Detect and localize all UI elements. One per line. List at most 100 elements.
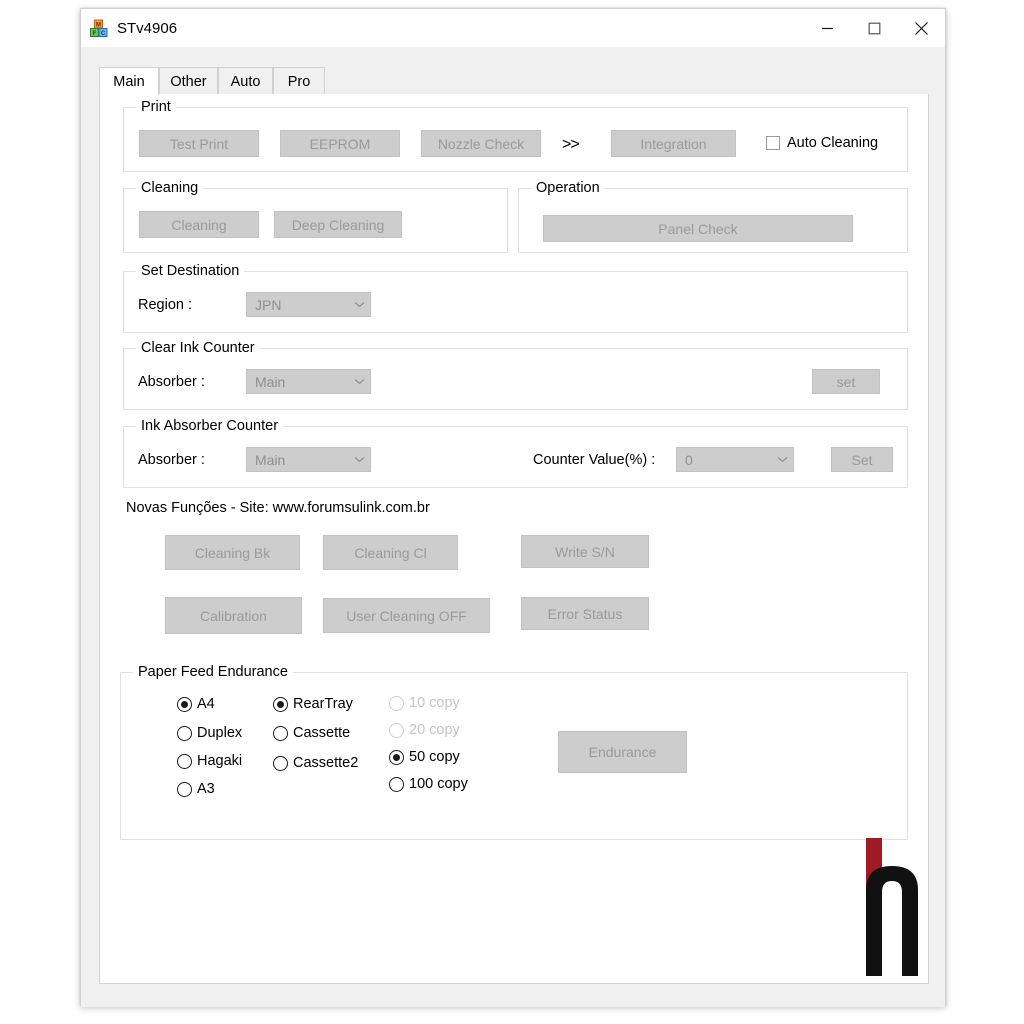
ink-absorber-set-label: Set [851, 452, 872, 468]
radio-duplex[interactable]: Duplex [177, 725, 242, 741]
clear-ink-counter-title: Clear Ink Counter [136, 340, 260, 356]
radio-100-copy-label: 100 copy [409, 776, 468, 792]
application-window: M F C STv4906 [80, 8, 946, 1006]
radio-a4-label: A4 [197, 696, 215, 712]
window-title: STv4906 [117, 19, 177, 38]
radio-100-copy-circle [389, 777, 404, 792]
radio-20-copy[interactable]: 20 copy [389, 722, 460, 738]
radio-reartray[interactable]: RearTray [273, 696, 353, 712]
test-print-button[interactable]: Test Print [139, 130, 259, 157]
eeprom-button[interactable]: EEPROM [280, 130, 400, 157]
radio-reartray-label: RearTray [293, 696, 353, 712]
integration-button[interactable]: Integration [611, 130, 736, 157]
tab-strip: Main Other Auto Pro [99, 67, 929, 95]
ink-absorber-value: Main [247, 452, 348, 468]
radio-100-copy[interactable]: 100 copy [389, 776, 468, 792]
cleaning-cl-label: Cleaning Cl [354, 545, 426, 561]
window-controls [804, 9, 945, 47]
cleaning-group-title: Cleaning [136, 180, 203, 196]
svg-text:C: C [101, 31, 106, 37]
radio-cassette2-circle [273, 756, 288, 771]
radio-a4[interactable]: A4 [177, 696, 215, 712]
write-sn-button[interactable]: Write S/N [521, 535, 649, 568]
novas-funcoes-text: Novas Funções - Site: www.forumsulink.co… [126, 500, 430, 516]
ink-absorber-counter-group: Ink Absorber Counter Absorber : Main Cou… [123, 426, 908, 488]
radio-reartray-circle [273, 697, 288, 712]
ink-absorber-combo[interactable]: Main [246, 447, 371, 472]
chevron-down-icon [348, 456, 370, 463]
h-logo [866, 838, 922, 976]
tab-auto-label: Auto [231, 74, 261, 90]
tab-other-label: Other [170, 74, 206, 90]
eeprom-label: EEPROM [310, 136, 371, 152]
radio-cassette[interactable]: Cassette [273, 725, 350, 741]
clear-ink-counter-group: Clear Ink Counter Absorber : Main set [123, 348, 908, 410]
cleaning-bk-button[interactable]: Cleaning Bk [165, 535, 300, 570]
operation-group-title: Operation [531, 180, 605, 196]
radio-20-copy-label: 20 copy [409, 722, 460, 738]
tab-page-main: Print Test Print EEPROM Nozzle Check >> … [99, 94, 929, 984]
set-destination-title: Set Destination [136, 263, 244, 279]
auto-cleaning-checkbox[interactable]: Auto Cleaning [766, 135, 878, 151]
clear-ink-set-label: set [837, 374, 856, 390]
tab-main[interactable]: Main [99, 67, 159, 96]
radio-cassette-label: Cassette [293, 725, 350, 741]
calibration-button[interactable]: Calibration [165, 597, 302, 634]
nozzle-check-label: Nozzle Check [438, 136, 524, 152]
counter-value-combo[interactable]: 0 [676, 447, 794, 472]
radio-50-copy-circle [389, 750, 404, 765]
clear-ink-set-button[interactable]: set [812, 369, 880, 394]
chevron-double-right-icon: >> [562, 137, 579, 153]
user-cleaning-off-button[interactable]: User Cleaning OFF [323, 598, 490, 633]
maximize-button[interactable] [851, 9, 898, 47]
integration-label: Integration [640, 136, 706, 152]
radio-a3-circle [177, 782, 192, 797]
chevron-down-icon [348, 378, 370, 385]
clear-ink-absorber-label: Absorber : [138, 374, 205, 390]
auto-cleaning-checkbox-box [766, 136, 780, 150]
clear-ink-absorber-combo[interactable]: Main [246, 369, 371, 394]
radio-cassette2[interactable]: Cassette2 [273, 755, 358, 771]
radio-cassette2-label: Cassette2 [293, 755, 358, 771]
radio-20-copy-circle [389, 723, 404, 738]
radio-50-copy[interactable]: 50 copy [389, 749, 460, 765]
tab-auto[interactable]: Auto [218, 67, 273, 95]
region-combo[interactable]: JPN [246, 292, 371, 317]
minimize-icon [821, 22, 834, 35]
close-icon [914, 21, 929, 36]
svg-text:M: M [96, 23, 101, 29]
write-sn-label: Write S/N [555, 544, 615, 560]
endurance-button[interactable]: Endurance [558, 731, 687, 773]
cleaning-group: Cleaning Cleaning Deep Cleaning [123, 188, 508, 253]
screen-root: M F C STv4906 [0, 0, 1024, 1024]
radio-a3[interactable]: A3 [177, 781, 215, 797]
calibration-label: Calibration [200, 608, 267, 624]
svg-text:F: F [93, 31, 97, 37]
panel-check-label: Panel Check [658, 221, 737, 237]
tab-pro[interactable]: Pro [273, 67, 325, 95]
error-status-button[interactable]: Error Status [521, 597, 649, 630]
print-group-title: Print [136, 99, 176, 115]
ink-absorber-set-button[interactable]: Set [831, 447, 893, 472]
region-value: JPN [247, 297, 348, 313]
radio-50-copy-label: 50 copy [409, 749, 460, 765]
cleaning-button[interactable]: Cleaning [139, 211, 259, 238]
deep-cleaning-button[interactable]: Deep Cleaning [274, 211, 402, 238]
chevron-down-icon [771, 456, 793, 463]
print-group: Print Test Print EEPROM Nozzle Check >> … [123, 107, 908, 172]
tab-other[interactable]: Other [159, 67, 218, 95]
region-label: Region : [138, 297, 192, 313]
close-button[interactable] [898, 9, 945, 47]
set-destination-group: Set Destination Region : JPN [123, 271, 908, 333]
ink-absorber-counter-title: Ink Absorber Counter [136, 418, 283, 434]
radio-hagaki[interactable]: Hagaki [177, 753, 242, 769]
cleaning-label: Cleaning [171, 217, 226, 233]
radio-10-copy[interactable]: 10 copy [389, 695, 460, 711]
panel-check-button[interactable]: Panel Check [543, 215, 853, 242]
nozzle-check-button[interactable]: Nozzle Check [421, 130, 541, 157]
radio-cassette-circle [273, 726, 288, 741]
ink-absorber-label: Absorber : [138, 452, 205, 468]
user-cleaning-off-label: User Cleaning OFF [346, 608, 467, 624]
minimize-button[interactable] [804, 9, 851, 47]
cleaning-cl-button[interactable]: Cleaning Cl [323, 535, 458, 570]
